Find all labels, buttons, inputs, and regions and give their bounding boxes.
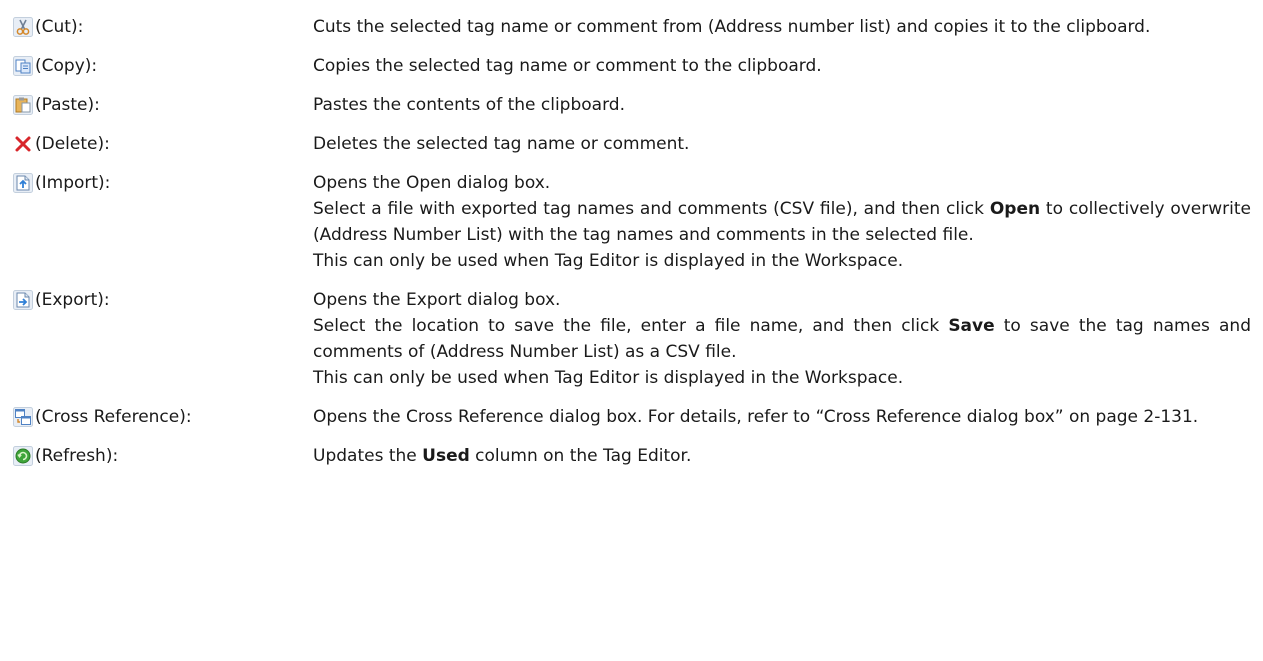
term-label: (Cross Reference): [35,407,192,427]
description-paste: Pastes the contents of the clipboard. [313,92,1251,118]
text-run: Updates the [313,446,423,466]
description-cross-reference: Opens the Cross Reference dialog box. Fo… [313,404,1251,430]
column-name-used: Used [422,446,470,466]
text-run: Select a file with exported tag names an… [313,199,990,219]
term-label: (Export): [35,290,110,310]
list-item-paste: (Paste): Pastes the contents of the clip… [12,92,1251,118]
list-item-copy: (Copy): Copies the selected tag name or … [12,53,1251,79]
list-item-cut: (Cut): Cuts the selected tag name or com… [12,14,1251,40]
list-item-import: (Import): Opens the Open dialog box. Sel… [12,170,1251,274]
text-run: column on the Tag Editor. [469,446,692,466]
description-line: Opens the Open dialog box. [313,173,551,193]
description-line: Deletes the selected tag name or comment… [313,134,690,154]
delete-x-icon [12,133,34,155]
copy-icon [12,55,34,77]
term-label: (Refresh): [35,446,119,466]
list-item-cross-reference: (Cross Reference): Opens the Cross Refer… [12,404,1251,430]
term-label: (Delete): [35,134,110,154]
refresh-icon [12,445,34,467]
term-cross-reference: (Cross Reference): [12,404,313,430]
command-description-list: (Cut): Cuts the selected tag name or com… [0,0,1263,469]
import-icon [12,172,34,194]
description-line: Updates the Used column on the Tag Edito… [313,443,1251,469]
button-name-open: Open [989,199,1041,219]
description-line: Copies the selected tag name or comment … [313,56,822,76]
list-item-export: (Export): Opens the Export dialog box. S… [12,287,1251,391]
button-name-save: Save [948,316,995,336]
description-copy: Copies the selected tag name or comment … [313,53,1251,79]
description-cut: Cuts the selected tag name or comment fr… [313,14,1251,40]
term-import: (Import): [12,170,313,196]
description-line: Cuts the selected tag name or comment fr… [313,17,1151,37]
description-delete: Deletes the selected tag name or comment… [313,131,1251,157]
description-line: Opens the Cross Reference dialog box. Fo… [313,407,1199,427]
term-paste: (Paste): [12,92,313,118]
text-run: Select the location to save the file, en… [313,316,949,336]
description-line: Select a file with exported tag names an… [313,196,1251,248]
term-copy: (Copy): [12,53,313,79]
term-export: (Export): [12,287,313,313]
cross-reference-icon [12,406,34,428]
description-line: Select the location to save the file, en… [313,313,1251,365]
term-delete: (Delete): [12,131,313,157]
description-import: Opens the Open dialog box. Select a file… [313,170,1251,274]
list-item-delete: (Delete): Deletes the selected tag name … [12,131,1251,157]
description-export: Opens the Export dialog box. Select the … [313,287,1251,391]
description-line: Pastes the contents of the clipboard. [313,95,625,115]
paste-icon [12,94,34,116]
list-item-refresh: (Refresh): Updates the Used column on th… [12,443,1251,469]
term-refresh: (Refresh): [12,443,313,469]
description-line: This can only be used when Tag Editor is… [313,251,904,271]
term-label: (Cut): [35,17,84,37]
export-icon [12,289,34,311]
term-label: (Copy): [35,56,98,76]
term-cut: (Cut): [12,14,313,40]
description-refresh: Updates the Used column on the Tag Edito… [313,443,1251,469]
description-line: This can only be used when Tag Editor is… [313,368,904,388]
term-label: (Import): [35,173,111,193]
description-line: Opens the Export dialog box. [313,290,561,310]
term-label: (Paste): [35,95,100,115]
scissors-icon [12,16,34,38]
